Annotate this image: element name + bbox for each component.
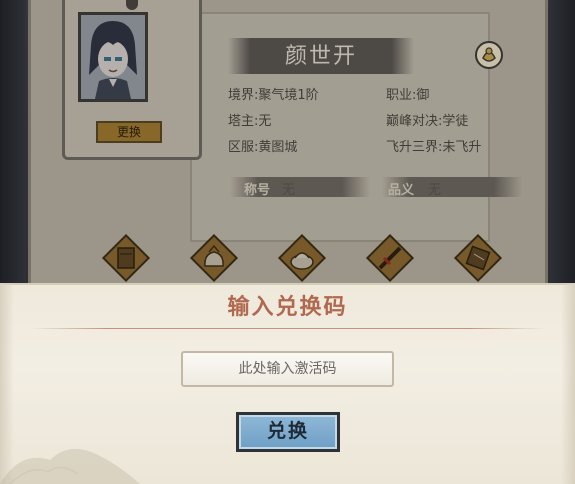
pouch-icon [189, 233, 239, 283]
equipment-slot-5[interactable] [452, 232, 504, 284]
realm-info: 境界:聚气境1阶 [228, 88, 319, 103]
equipment-slot-2[interactable] [188, 232, 240, 284]
sword-icon [365, 233, 415, 283]
scroll-icon [101, 233, 151, 283]
equipment-slot-4[interactable] [364, 232, 416, 284]
title-tag-right: 品义 [388, 183, 415, 198]
redeem-button[interactable]: 兑换 [236, 412, 340, 452]
frame-right-edge [549, 0, 575, 300]
avatar-icon [81, 15, 145, 99]
pot-icon [277, 233, 327, 283]
peak-duel-info: 巅峰对决:学徒 [386, 114, 469, 129]
dialog-title-divider [30, 328, 545, 329]
profession-info: 职业:御 [386, 88, 430, 103]
gourd-badge-icon[interactable] [474, 40, 504, 70]
tower-master-info: 塔主:无 [228, 114, 272, 129]
character-name: 颜世开 [284, 44, 357, 69]
title-tag-left: 称号 [244, 183, 271, 198]
frame-left-edge [0, 0, 26, 300]
book-icon [453, 233, 503, 283]
title-value-right: 无 [428, 183, 442, 198]
swap-avatar-button[interactable]: 更换 [96, 121, 162, 143]
dialog-title: 输入兑换码 [227, 295, 348, 320]
equipment-slot-1[interactable] [100, 232, 152, 284]
server-info: 区服:黄图城 [228, 140, 298, 155]
ascension-info: 飞升三界:未飞升 [386, 140, 482, 155]
title-value-left: 无 [282, 183, 296, 198]
activation-code-input[interactable] [181, 351, 394, 387]
game-screen: 更换 颜世开 境界:聚气境1阶 职业:御 塔主:无 巅峰对决:学徒 区服:黄图城… [0, 0, 575, 484]
character-avatar[interactable] [78, 12, 148, 102]
equipment-slot-3[interactable] [276, 232, 328, 284]
ink-splash-decoration [0, 448, 140, 484]
